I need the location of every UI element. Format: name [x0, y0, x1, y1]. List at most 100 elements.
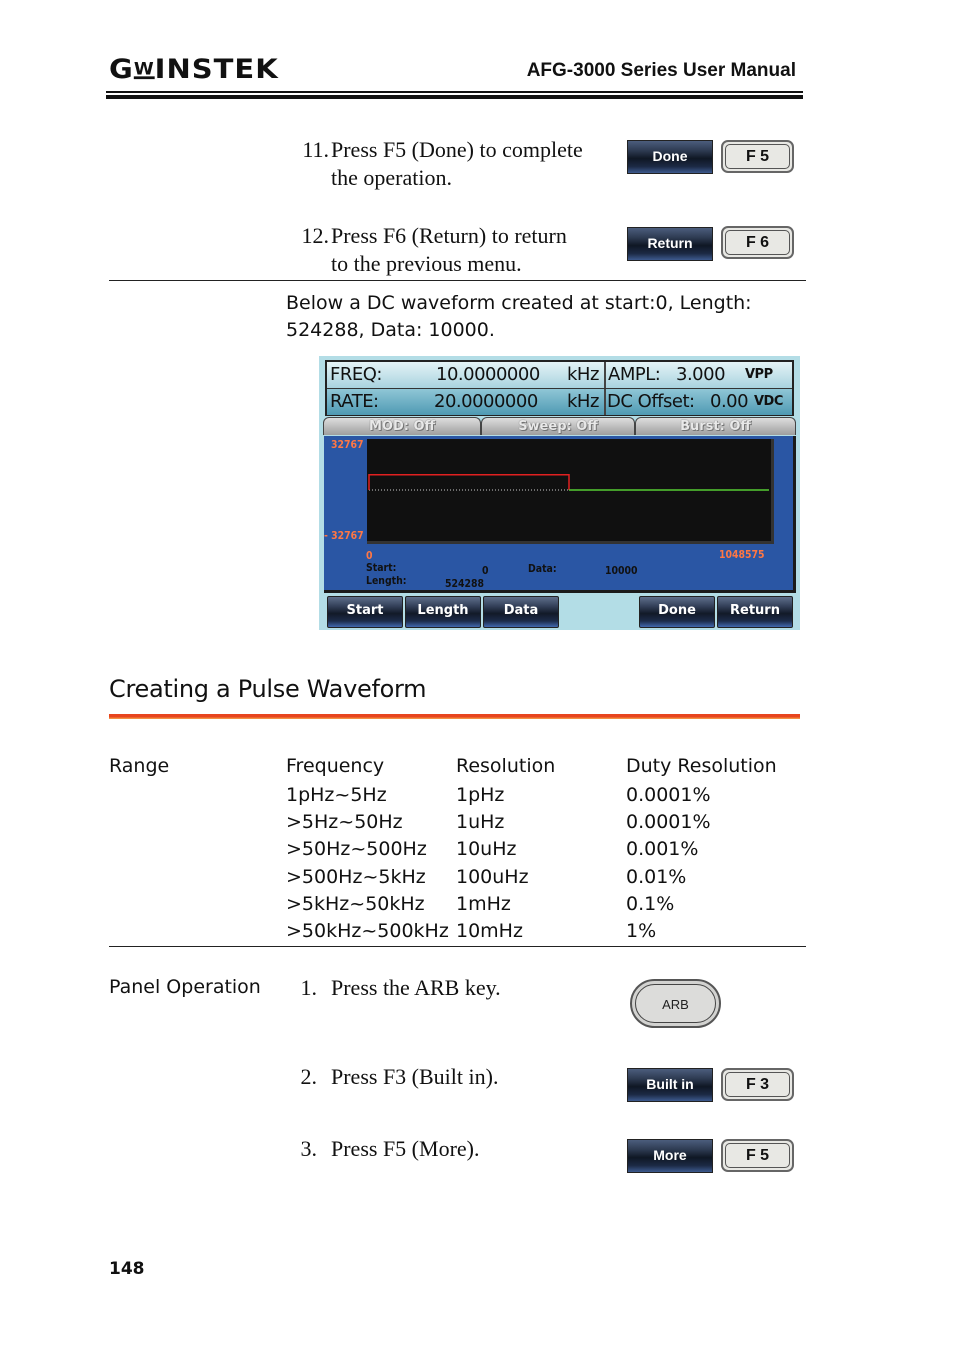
step-text: Press F5 (Done) to complete: [331, 137, 583, 162]
range-duty-cell: 0.0001%: [626, 811, 711, 834]
f3-key-label: F 3: [725, 1072, 790, 1097]
step-number: 2.: [300, 1064, 318, 1089]
waveform-panel: 32767 - 32767 0 1048575 Start: 0 Length:…: [324, 436, 796, 593]
section-title-rule: [109, 714, 800, 719]
step-text: Press F6 (Return) to return: [331, 223, 567, 248]
menu-return-button[interactable]: Return: [717, 596, 793, 628]
range-frequency-cell: 1pHz~5Hz: [286, 784, 387, 806]
f5-key[interactable]: F 5: [721, 140, 794, 173]
step-number: 11.: [302, 137, 329, 162]
device-screen: FREQ: 10.0000000 kHz AMPL: 3.000 VPP RAT…: [319, 356, 800, 630]
manual-title: AFG-3000 Series User Manual: [526, 60, 796, 81]
data-label: Data:: [528, 562, 557, 575]
mode-tabs: MOD: Off Sweep: Off Burst: Off: [323, 417, 796, 435]
y-min-label: - 32767: [324, 529, 364, 542]
range-duty-cell: 0.0001%: [626, 784, 711, 806]
step-text-continued: the operation.: [331, 165, 452, 190]
range-duty-cell: 0.1%: [626, 892, 675, 915]
range-duty-cell: 0.01%: [626, 865, 687, 888]
range-frequency-cell: >5Hz~50Hz: [286, 811, 403, 834]
menu-data-button[interactable]: Data: [483, 596, 559, 628]
page-number: 148: [109, 1259, 145, 1279]
step-12: 12.Press F6 (Return) to return to the pr…: [297, 222, 567, 278]
step-number: 3.: [300, 1136, 318, 1161]
param-row-rate-offset: RATE: 20.0000000 kHz DC Offset: 0.00 VDC: [327, 389, 792, 415]
brand-logo-instek: INSTEK: [154, 53, 279, 85]
step-text-continued: to the previous menu.: [331, 251, 522, 276]
panel-operation-label: Panel Operation: [109, 976, 261, 998]
step-text: Press F5 (More).: [331, 1136, 480, 1161]
header-duty-resolution: Duty Resolution: [626, 755, 777, 777]
section-title: Creating a Pulse Waveform: [109, 675, 427, 703]
f3-key[interactable]: F 3: [721, 1068, 794, 1101]
step-number: 1.: [300, 975, 318, 1000]
menu-length-button[interactable]: Length: [405, 596, 481, 628]
step-text: Press the ARB key.: [331, 975, 501, 1000]
waveform-plot: [367, 439, 774, 544]
range-resolution-cell: 10uHz: [456, 838, 517, 861]
x-max-label: 1048575: [719, 548, 765, 561]
ampl-unit: VPP: [745, 367, 773, 382]
return-softkey[interactable]: Return: [627, 227, 713, 261]
f6-key-label: F 6: [725, 230, 790, 255]
start-value: 0: [482, 564, 489, 577]
more-softkey[interactable]: More: [627, 1139, 713, 1173]
length-label: Length:: [366, 574, 407, 587]
ampl-label: AMPL:: [608, 364, 661, 385]
param-separator: [604, 389, 606, 415]
step-number: 12.: [301, 223, 330, 248]
caption-line-2: 524288, Data: 10000.: [286, 319, 495, 341]
waveform-svg: [368, 473, 769, 491]
offset-value: 0.00: [710, 391, 749, 412]
section-divider: [109, 946, 806, 947]
panel-step-2: 2. Press F3 (Built in).: [297, 1063, 499, 1091]
offset-label: DC Offset:: [607, 391, 695, 412]
header-frequency: Frequency: [286, 755, 385, 777]
param-separator: [604, 362, 606, 388]
param-row-freq-ampl: FREQ: 10.0000000 kHz AMPL: 3.000 VPP: [327, 362, 792, 389]
header-resolution: Resolution: [456, 755, 556, 777]
ampl-value: 3.000: [676, 364, 726, 385]
f5-key[interactable]: F 5: [721, 1139, 794, 1172]
step-text: Press F3 (Built in).: [331, 1064, 499, 1089]
caption: Below a DC waveform created at start:0, …: [286, 290, 752, 344]
range-frequency-cell: >500Hz~5kHz: [286, 865, 426, 888]
range-duty-cell: 0.001%: [626, 838, 699, 861]
caption-line-1: Below a DC waveform created at start:0, …: [286, 292, 752, 314]
tab-mod[interactable]: MOD: Off: [323, 417, 481, 435]
menu-done-button[interactable]: Done: [639, 596, 715, 628]
header-rule-thick: [106, 95, 803, 99]
arb-key[interactable]: ARB: [630, 979, 721, 1028]
arb-key-label: ARB: [635, 984, 716, 1023]
tab-sweep[interactable]: Sweep: Off: [481, 417, 635, 435]
rate-label: RATE:: [330, 391, 379, 412]
range-resolution-cell: 1uHz: [456, 811, 505, 834]
menu-start-button[interactable]: Start: [327, 596, 403, 628]
range-resolution-cell: 100uHz: [456, 865, 529, 888]
brand-logo-w: W: [133, 59, 155, 80]
f5-key-label: F 5: [725, 144, 790, 169]
range-resolution-cell: 1mHz: [456, 892, 511, 915]
panel-step-3: 3. Press F5 (More).: [297, 1135, 480, 1163]
length-value: 524288: [445, 577, 485, 590]
range-resolution-cell: 10mHz: [456, 920, 523, 942]
f5-key-label: F 5: [725, 1143, 790, 1168]
waveform-edited-segment: [368, 473, 570, 490]
parameter-panel: FREQ: 10.0000000 kHz AMPL: 3.000 VPP RAT…: [325, 360, 794, 416]
built-in-softkey[interactable]: Built in: [627, 1068, 713, 1102]
freq-value: 10.0000000: [436, 364, 540, 385]
brand-logo: GWINSTEK: [109, 53, 279, 84]
range-frequency-cell: >50Hz~500Hz: [286, 838, 427, 861]
rate-value: 20.0000000: [434, 391, 538, 412]
step-11: 11.Press F5 (Done) to complete the opera…: [297, 136, 583, 192]
freq-unit: kHz: [567, 364, 599, 385]
header-rule-thin: [106, 91, 803, 93]
f6-key[interactable]: F 6: [721, 226, 794, 259]
tab-burst[interactable]: Burst: Off: [635, 417, 796, 435]
range-resolution-cell: 1pHz: [456, 784, 505, 806]
range-duty-cell: 1%: [626, 920, 657, 942]
brand-logo-g: G: [109, 53, 134, 85]
range-frequency-cell: >5kHz~50kHz: [286, 892, 425, 915]
panel-step-1: 1. Press the ARB key.: [297, 974, 501, 1002]
done-softkey[interactable]: Done: [627, 140, 713, 174]
